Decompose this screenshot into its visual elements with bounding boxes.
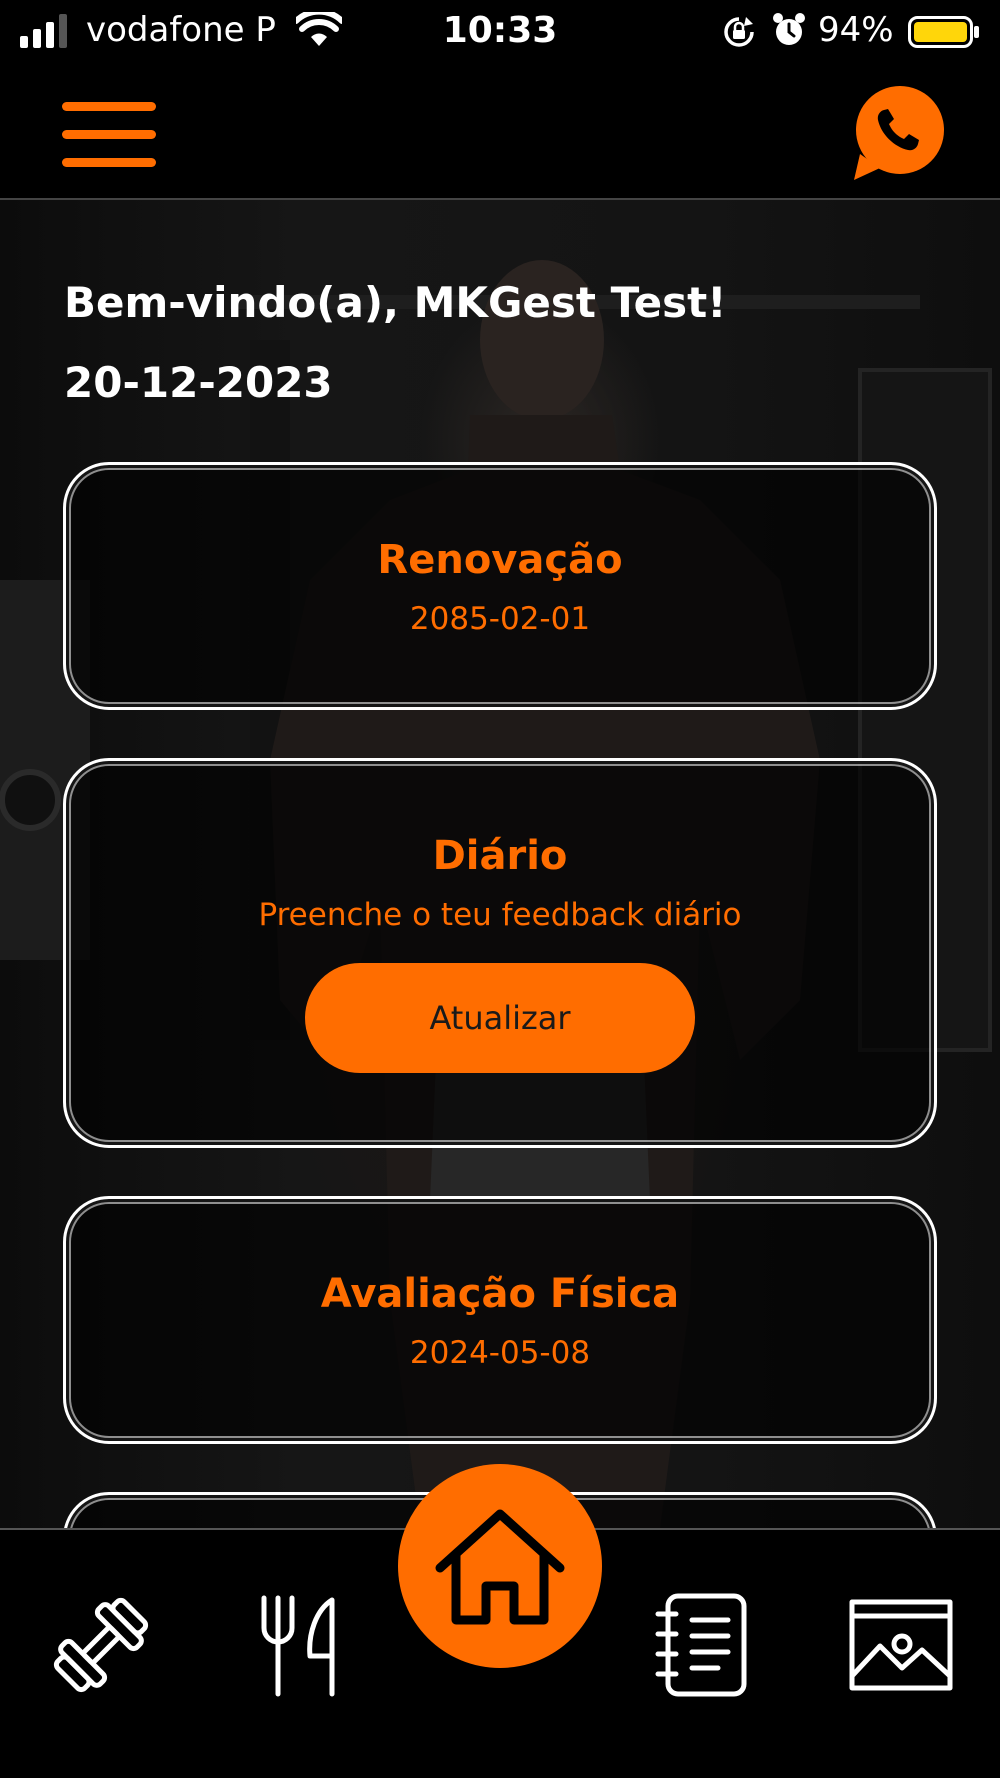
- home-button[interactable]: [398, 1464, 602, 1668]
- whatsapp-phone-icon[interactable]: [850, 84, 946, 184]
- dumbbell-icon[interactable]: [46, 1590, 156, 1700]
- physical-assessment-card[interactable]: Avaliação Física 2024-05-08: [63, 1196, 937, 1444]
- home-content: Bem-vindo(a), MKGest Test! 20-12-2023 Re…: [0, 200, 1000, 1528]
- home-icon: [435, 1509, 565, 1625]
- assessment-title: Avaliação Física: [320, 1271, 680, 1317]
- battery-icon: [908, 16, 979, 48]
- rotation-lock-icon: [724, 17, 754, 47]
- diary-subtitle: Preenche o teu feedback diário: [258, 897, 742, 933]
- hamburger-menu-icon[interactable]: [62, 102, 156, 168]
- gallery-image-icon[interactable]: [846, 1590, 956, 1700]
- welcome-message: Bem-vindo(a), MKGest Test!: [64, 278, 727, 327]
- status-bar: vodafone P 10:33 94%: [0, 0, 1000, 64]
- app-header: [0, 64, 1000, 200]
- update-button[interactable]: Atualizar: [305, 963, 695, 1073]
- battery-percentage: 94%: [818, 10, 894, 50]
- diary-card: Diário Preenche o teu feedback diário At…: [63, 758, 937, 1148]
- fork-knife-icon[interactable]: [246, 1590, 356, 1700]
- bottom-navigation: [0, 1464, 1000, 1778]
- current-date: 20-12-2023: [64, 358, 333, 407]
- notebook-icon[interactable]: [646, 1590, 756, 1700]
- renewal-title: Renovação: [377, 537, 623, 583]
- renewal-card[interactable]: Renovação 2085-02-01: [63, 462, 937, 710]
- alarm-clock-icon: [773, 13, 805, 45]
- assessment-date: 2024-05-08: [409, 1335, 591, 1371]
- renewal-date: 2085-02-01: [409, 601, 591, 637]
- diary-title: Diário: [432, 833, 568, 879]
